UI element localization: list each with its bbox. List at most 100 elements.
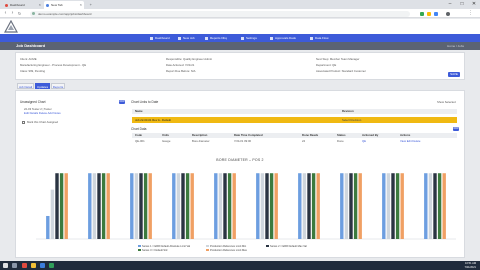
cell-actions[interactable]: View Edit Delete (400, 140, 420, 143)
extension-icon[interactable] (434, 11, 438, 16)
info-date-actioned: Date Actioned: 7/21/21 (166, 63, 195, 67)
profile-avatar-icon[interactable] (446, 11, 450, 16)
legend-swatch (266, 245, 269, 248)
bar-chart (36, 173, 456, 240)
chart-data-title: Chart Data (131, 127, 147, 131)
nav-item-settings[interactable]: Settings (241, 34, 257, 42)
cell-code: QE-001 (135, 139, 145, 143)
info-next-step: Next Step: Member Team Manager (316, 57, 360, 61)
folder-icon[interactable] (31, 263, 36, 268)
chart-bar (46, 215, 50, 239)
chart-bar (260, 173, 265, 239)
job-info-panel: Client: ACME Manufacturing Engineer - Pr… (15, 52, 465, 80)
col-units: Units (162, 133, 169, 137)
breadcrumb[interactable]: Home / Jobs (447, 44, 464, 48)
legend-swatch (138, 249, 141, 252)
plus-icon[interactable]: + (90, 2, 92, 7)
check-icon (270, 36, 273, 40)
chart-bar (130, 173, 134, 239)
maximize-icon[interactable]: □ (456, 0, 468, 9)
cell-date-time: 7/21/21 09:00 (234, 139, 252, 143)
search-icon[interactable] (12, 263, 17, 268)
window-close-icon[interactable]: ✕ (468, 0, 480, 9)
add-chart-data-button[interactable]: ADD (453, 127, 459, 131)
close-icon[interactable]: × (80, 2, 82, 7)
nav-item-new-job[interactable]: New Job (178, 34, 195, 42)
chart-bar (92, 173, 97, 239)
tab-reports[interactable]: Reports (51, 83, 65, 89)
nav-item-dashboard[interactable]: Dashboard (150, 34, 170, 42)
table-row: QE-001 Gauge Bore diameter 7/21/21 09:00… (132, 139, 457, 144)
assign-checkbox-label: Mark this Chart Assigned (27, 120, 59, 124)
chart-bar (395, 173, 400, 239)
col-revision: Revision (342, 109, 354, 113)
chart-bar (340, 173, 344, 239)
reload-icon[interactable]: ↻ (17, 11, 22, 16)
browser-tab-dashboard[interactable]: Dashboard × (3, 1, 43, 9)
show-selected-toggle[interactable]: Show Selected (437, 101, 456, 104)
chart-link-name: Job 22-03-01 Rev A - Default (135, 117, 171, 122)
info-product: Associated Product: Standard Customer (316, 69, 366, 73)
tab-job-detail[interactable]: Job Detail (17, 83, 34, 89)
menu-icon[interactable]: ⋮ (468, 11, 473, 16)
chart-bar (227, 173, 232, 239)
legend-swatch (206, 249, 209, 252)
chart-bar (232, 173, 236, 239)
browser-tab-new[interactable]: New Tab × (44, 1, 84, 9)
unassigned-entry-actions[interactable]: Edit Details Delete Add Notes (24, 112, 61, 115)
cell-done-reads: 24 (302, 139, 306, 143)
cell-actioned-by[interactable]: QE (362, 140, 366, 143)
col-actioned-by: Actioned By (362, 133, 379, 137)
unassigned-title: Unassigned Chart (20, 100, 46, 104)
chart-bar (214, 173, 218, 239)
chart-bar (437, 173, 442, 239)
nav-item-data-flow[interactable]: Data Flow (310, 34, 329, 42)
lock-icon (32, 12, 35, 15)
extension-icon[interactable] (427, 11, 431, 16)
start-icon[interactable] (3, 263, 8, 268)
revision-select[interactable]: Select Revision (342, 118, 361, 122)
unassigned-chart-panel: Unassigned Chart ADD 22-03 Tester 2 | Te… (20, 95, 125, 124)
tab-updates[interactable]: Updates (35, 83, 50, 89)
save-button[interactable]: SAVE (448, 72, 460, 77)
info-client: Client: ACME (20, 57, 37, 61)
assign-checkbox[interactable] (22, 121, 25, 124)
chart-bar (433, 173, 437, 239)
info-process: Manufacturing Engineer - Process Develop… (20, 63, 87, 67)
chart-bar (307, 173, 311, 239)
back-icon[interactable]: ‹ (3, 11, 8, 16)
legend-item-1: Series 1 = ERR Default Absolute Limit Va… (138, 245, 190, 248)
info-report-due: Report Due Before: N/A (166, 69, 196, 73)
minimize-icon[interactable]: – (444, 0, 456, 9)
legend-swatch (206, 245, 209, 248)
address-bar[interactable]: demo.example.com/app/jobs/dashboard (30, 10, 410, 17)
system-clock[interactable]: 10:51 AM 7/21/2021 (464, 262, 476, 269)
chart-bar (386, 173, 391, 239)
nav-item-reports[interactable]: Reports Dbq (205, 34, 227, 42)
chart-bar (353, 173, 358, 239)
nav-item-approvals[interactable]: Approvals Desk (270, 34, 296, 42)
spreadsheet-icon[interactable] (49, 263, 54, 268)
chrome-icon[interactable] (22, 263, 27, 268)
col-description: Description (192, 133, 208, 137)
extension-icon[interactable] (420, 11, 424, 16)
legend-swatch (138, 245, 141, 248)
os-taskbar: 10:51 AM 7/21/2021 (0, 261, 480, 270)
chart-bar (101, 173, 106, 239)
chart-bar (59, 173, 64, 239)
info-class: Class: 999, Pending (20, 69, 46, 73)
tab-title-text: New Tab (51, 3, 63, 7)
chart-bar (274, 173, 278, 239)
company-logo-icon[interactable] (4, 20, 18, 33)
page-header: Job Dashboard Home / Jobs (0, 42, 480, 50)
new-tab-button[interactable]: + (85, 1, 95, 9)
chart-bar (358, 173, 362, 239)
mail-icon[interactable] (40, 263, 45, 268)
add-unassigned-button[interactable]: ADD (119, 100, 125, 104)
close-icon[interactable]: × (39, 2, 41, 7)
forward-icon[interactable]: › (10, 11, 15, 16)
chart-links-title: Chart Links to Date (131, 100, 159, 104)
chart-bar (382, 173, 386, 239)
chart-link-row-selected[interactable]: Job 22-03-01 Rev A - Default Select Revi… (132, 117, 457, 123)
chart-bar (172, 173, 176, 239)
